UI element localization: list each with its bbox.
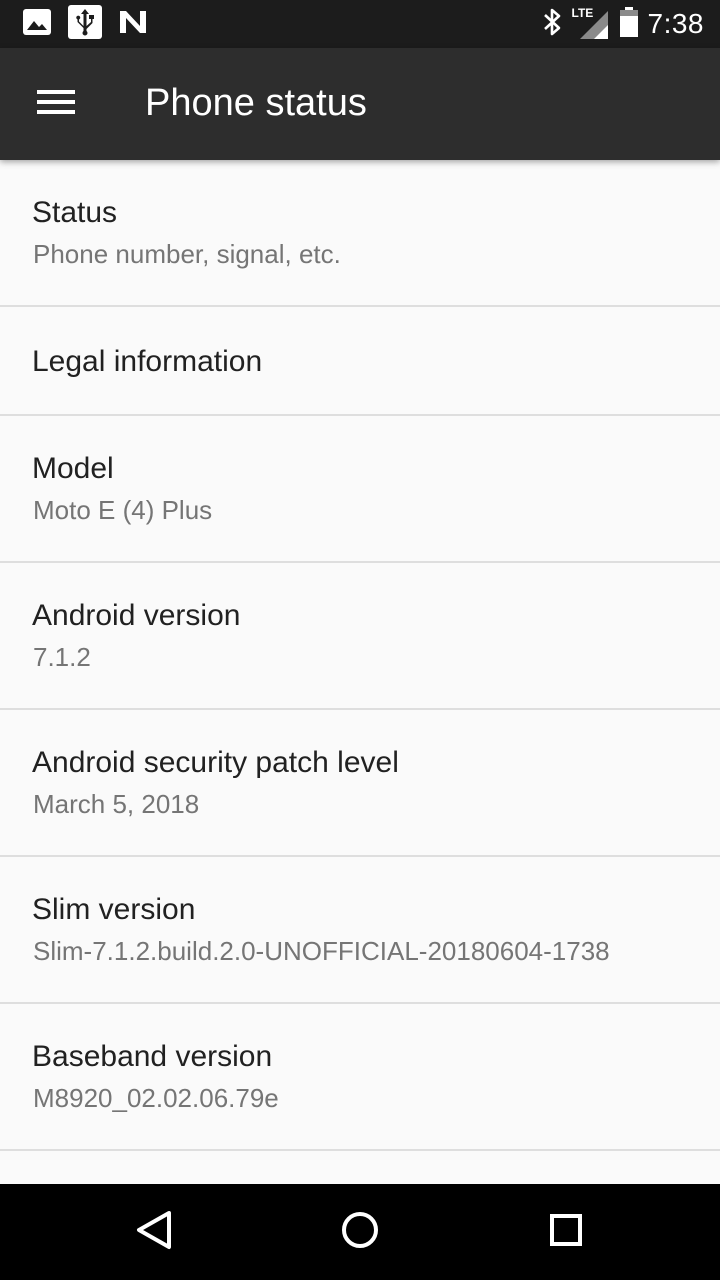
item-title: Baseband version — [32, 1040, 273, 1073]
hamburger-menu-icon — [37, 89, 75, 120]
list-item-model[interactable]: Model Moto E (4) Plus — [0, 416, 720, 563]
list-item-android-version[interactable]: Android version 7.1.2 — [0, 563, 720, 710]
settings-list: Status Phone number, signal, etc. Legal … — [0, 160, 720, 1184]
status-bar-system: LTE 7:38 — [542, 6, 705, 42]
signal-icon: LTE — [571, 6, 610, 41]
recents-icon — [549, 1213, 583, 1252]
list-item-legal-information[interactable]: Legal information — [0, 307, 720, 416]
item-title: Android version — [32, 599, 241, 632]
network-type-label: LTE — [571, 6, 594, 20]
item-title: Legal information — [32, 345, 263, 378]
list-item-slim-version[interactable]: Slim version Slim-7.1.2.build.2.0-UNOFFI… — [0, 857, 720, 1004]
item-title: Android security patch level — [32, 746, 399, 779]
status-bar-notifications — [22, 4, 148, 41]
navigation-bar — [0, 1184, 720, 1280]
item-title: Slim version — [32, 893, 196, 926]
back-icon — [134, 1209, 174, 1256]
image-icon — [22, 8, 52, 41]
menu-button[interactable] — [20, 68, 92, 140]
usb-icon — [68, 4, 102, 44]
list-item-status[interactable]: Status Phone number, signal, etc. — [0, 160, 720, 307]
status-time: 7:38 — [647, 8, 704, 39]
recents-button[interactable] — [538, 1204, 594, 1260]
status-bar: LTE 7:38 — [0, 0, 720, 48]
item-subtitle: 7.1.2 — [33, 642, 91, 672]
list-item-baseband-version[interactable]: Baseband version M8920_02.02.06.79e — [0, 1004, 720, 1151]
n-icon — [118, 9, 148, 40]
item-title: Model — [32, 452, 114, 485]
back-button[interactable] — [126, 1204, 182, 1260]
page-title: Phone status — [145, 82, 367, 124]
item-subtitle: March 5, 2018 — [33, 789, 200, 819]
bluetooth-icon — [542, 7, 564, 42]
battery-icon — [619, 6, 638, 42]
item-subtitle: M8920_02.02.06.79e — [33, 1083, 279, 1113]
item-subtitle: Phone number, signal, etc. — [33, 239, 341, 269]
list-item-security-patch-level[interactable]: Android security patch level March 5, 20… — [0, 710, 720, 857]
item-title: Status — [32, 196, 118, 229]
home-icon — [340, 1210, 380, 1255]
app-bar: Phone status — [0, 48, 720, 160]
home-button[interactable] — [332, 1204, 388, 1260]
item-subtitle: Moto E (4) Plus — [33, 495, 213, 525]
item-subtitle: Slim-7.1.2.build.2.0-UNOFFICIAL-20180604… — [33, 936, 610, 966]
